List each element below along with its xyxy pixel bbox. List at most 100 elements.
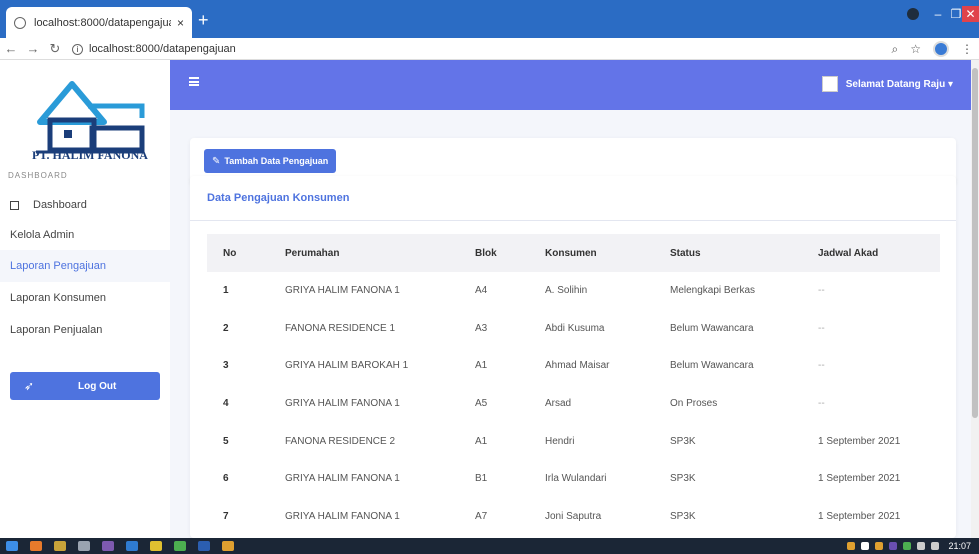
tray-icon[interactable] xyxy=(861,542,869,550)
star-icon[interactable]: ☆ xyxy=(910,42,921,56)
sidebar-item-laporan-konsumen[interactable]: Laporan Konsumen xyxy=(0,282,170,314)
taskbar-app-icon[interactable] xyxy=(30,541,42,551)
minimize-button[interactable]: – xyxy=(930,6,946,22)
table-cell: -- xyxy=(818,398,825,410)
browser-tab[interactable]: localhost:8000/datapengajuan × xyxy=(6,7,192,38)
logout-button[interactable]: ➶ Log Out xyxy=(10,372,160,400)
table-cell: Belum Wawancara xyxy=(670,322,754,334)
page-scrollbar[interactable] xyxy=(971,60,979,538)
taskbar-app-icon[interactable] xyxy=(174,541,186,551)
profile-dot-icon[interactable] xyxy=(907,8,919,20)
menu-dots-icon[interactable]: ⋮ xyxy=(961,42,973,56)
add-pengajuan-button[interactable]: ✎ Tambah Data Pengajuan xyxy=(204,149,337,173)
table-cell: FANONA RESIDENCE 2 xyxy=(285,435,396,447)
taskbar-app-icon[interactable] xyxy=(198,541,210,551)
tray-icon[interactable] xyxy=(903,542,911,550)
reload-icon[interactable]: ↻ xyxy=(44,41,66,57)
info-icon[interactable]: i xyxy=(72,43,83,55)
tray-icon[interactable] xyxy=(875,542,883,550)
sidebar-item-label: Laporan Konsumen xyxy=(10,292,107,304)
zoom-icon[interactable]: ⌕ xyxy=(892,42,899,57)
table-cell: GRIYA HALIM FANONA 1 xyxy=(285,398,400,410)
edit-icon: ✎ xyxy=(212,155,221,167)
sidebar-item-laporan-pengajuan[interactable]: Laporan Pengajuan xyxy=(0,250,170,282)
pengajuan-table: No Perumahan Blok Konsumen Status Jadwal… xyxy=(207,234,940,535)
os-taskbar: 21:07 xyxy=(0,538,979,554)
taskbar-app-icon[interactable] xyxy=(222,541,234,551)
volume-icon[interactable] xyxy=(931,542,939,550)
table-row: 6 GRIYA HALIM FANONA 1 B1 Irla Wulandari SP3… xyxy=(207,460,940,498)
column-header: Status xyxy=(670,247,701,259)
taskbar-app-icon[interactable] xyxy=(54,541,66,551)
network-icon[interactable] xyxy=(917,542,925,550)
user-dropdown[interactable]: Selamat Datang Raju ▾ xyxy=(821,76,953,92)
sidebar-item-label: Laporan Pengajuan xyxy=(10,260,107,272)
sidebar: PT. HALIM FANONA DASHBOARD Dashboard Kel… xyxy=(0,60,170,538)
profile-avatar[interactable] xyxy=(933,41,949,57)
tab-title: localhost:8000/datapengajuan xyxy=(34,16,171,29)
sidebar-heading: DASHBOARD xyxy=(8,171,68,180)
table-cell: -- xyxy=(818,322,825,334)
taskbar-app-icon[interactable] xyxy=(126,541,138,551)
table-cell: B1 xyxy=(475,473,488,485)
add-button-label: Tambah Data Pengajuan xyxy=(224,156,329,166)
table-cell: Hendri xyxy=(545,435,575,447)
sidebar-item-laporan-penjualan[interactable]: Laporan Penjualan xyxy=(0,314,170,346)
scrollbar-thumb[interactable] xyxy=(972,68,978,418)
table-row: 3 GRIYA HALIM BAROKAH 1 A1 Ahmad Maisar Belu… xyxy=(207,347,940,385)
table-cell: GRIYA HALIM FANONA 1 xyxy=(285,510,400,522)
browser-tab-bar: localhost:8000/datapengajuan × + – ❐ ✕ xyxy=(0,0,979,38)
table-cell: Joni Saputra xyxy=(545,510,602,522)
sidebar-item-kelola-admin[interactable]: Kelola Admin xyxy=(0,219,170,251)
column-header: Jadwal Akad xyxy=(818,247,879,259)
column-header: Perumahan xyxy=(285,247,340,259)
table-cell: -- xyxy=(818,360,825,372)
tab-close-icon[interactable]: × xyxy=(177,16,184,30)
table-cell: A1 xyxy=(475,435,488,447)
close-window-button[interactable]: ✕ xyxy=(962,6,979,22)
table-cell: 3 xyxy=(223,360,229,372)
table-cell: GRIYA HALIM FANONA 1 xyxy=(285,473,400,485)
table-cell: GRIYA HALIM FANONA 1 xyxy=(285,285,400,297)
table-cell: A3 xyxy=(475,322,488,334)
logout-label: Log Out xyxy=(78,380,117,392)
table-header-row: No Perumahan Blok Konsumen Status Jadwal… xyxy=(207,234,940,272)
table-cell: Irla Wulandari xyxy=(545,473,607,485)
hamburger-menu-icon[interactable] xyxy=(189,77,199,86)
table-cell: A4 xyxy=(475,285,488,297)
address-bar: ← → ↻ i localhost:8000/datapengajuan ⌕ ☆ … xyxy=(0,38,979,60)
table-cell: A. Solihin xyxy=(545,285,588,297)
taskbar-app-icon[interactable] xyxy=(78,541,90,551)
forward-icon[interactable]: → xyxy=(22,41,44,56)
sidebar-item-label: Kelola Admin xyxy=(10,229,75,241)
url-text: localhost:8000/datapengajuan xyxy=(89,42,236,55)
table-row: 2 FANONA RESIDENCE 1 A3 Abdi Kusuma Belum Wa… xyxy=(207,310,940,348)
table-cell: 6 xyxy=(223,473,229,485)
table-cell: FANONA RESIDENCE 1 xyxy=(285,322,396,334)
table-row: 7 GRIYA HALIM FANONA 1 A7 Joni Saputra SP3K 1… xyxy=(207,498,940,536)
table-cell: 1 September 2021 xyxy=(818,435,901,447)
table-cell: -- xyxy=(818,285,825,297)
windows-start-icon[interactable] xyxy=(6,541,18,551)
globe-icon xyxy=(14,16,26,29)
new-tab-button[interactable]: + xyxy=(198,10,209,31)
table-cell: SP3K xyxy=(670,510,696,522)
tray-icon[interactable] xyxy=(889,542,897,550)
table-row: 4 GRIYA HALIM FANONA 1 A5 Arsad On Proses -- xyxy=(207,385,940,423)
taskbar-app-icon[interactable] xyxy=(150,541,162,551)
url-field[interactable]: i localhost:8000/datapengajuan xyxy=(72,43,236,55)
table-cell: 1 September 2021 xyxy=(818,473,901,485)
tray-icon[interactable] xyxy=(847,542,855,550)
taskbar-app-icon[interactable] xyxy=(102,541,114,551)
table-cell: Belum Wawancara xyxy=(670,360,754,372)
square-icon xyxy=(10,200,19,210)
logo-text: PT. HALIM FANONA xyxy=(32,148,148,162)
topbar: Selamat Datang Raju ▾ xyxy=(170,60,971,110)
table-cell: 4 xyxy=(223,398,229,410)
rocket-icon: ➶ xyxy=(24,379,35,393)
table-cell: 7 xyxy=(223,510,229,522)
sidebar-item-dashboard[interactable]: Dashboard xyxy=(0,189,170,221)
back-icon[interactable]: ← xyxy=(0,41,22,56)
column-header: Konsumen xyxy=(545,247,597,259)
table-cell: 1 xyxy=(223,285,229,297)
